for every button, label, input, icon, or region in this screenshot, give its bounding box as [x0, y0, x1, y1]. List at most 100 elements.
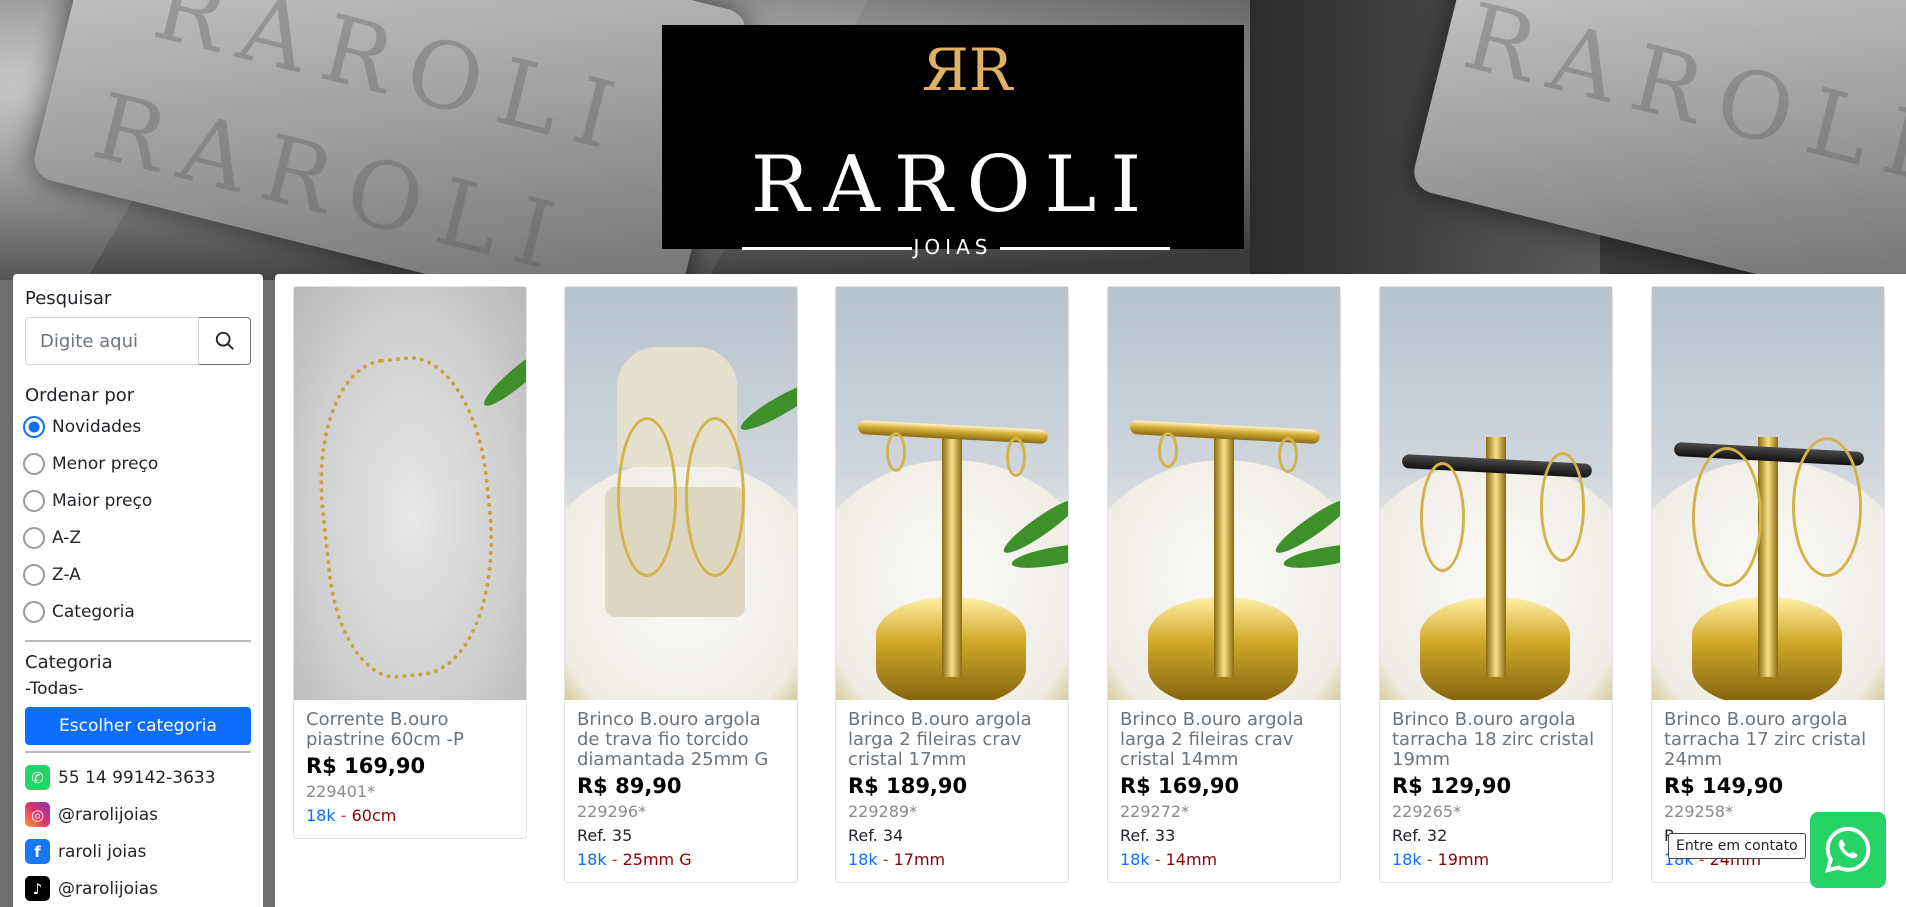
product-ref: Ref. 33: [1120, 826, 1176, 845]
product-card[interactable]: Brinco B.ouro argola larga 2 fileiras cr…: [1107, 286, 1341, 883]
sort-option-z-a[interactable]: Z-A: [23, 556, 251, 593]
whatsapp-icon: ✆: [25, 765, 50, 790]
category-heading: Categoria: [25, 652, 113, 673]
contact-whatsapp[interactable]: ✆ 55 14 99142-3633: [25, 759, 251, 796]
product-image[interactable]: [1652, 287, 1884, 700]
stand-post: [1758, 437, 1778, 677]
product-size: 60cm: [351, 806, 397, 825]
radio-button[interactable]: [23, 452, 45, 475]
product-name: Brinco B.ouro argola tarracha 18 zirc cr…: [1392, 709, 1595, 770]
product-karat: 18k: [306, 806, 336, 825]
sort-option-label: Z-A: [52, 564, 81, 585]
product-karat: 18k: [848, 850, 878, 869]
variant-separator: -: [335, 806, 352, 825]
product-size: 19mm: [1437, 850, 1490, 869]
sort-option-categoria[interactable]: Categoria: [23, 593, 251, 630]
product-karat: 18k: [1392, 850, 1422, 869]
product-name: Brinco B.ouro argola larga 2 fileiras cr…: [1120, 709, 1304, 770]
product-karat: 18k: [577, 850, 607, 869]
stand-post: [942, 437, 962, 677]
earring-hoop: [1540, 452, 1585, 562]
decor-leaf: [736, 375, 797, 437]
stand-post: [1214, 437, 1234, 677]
earring-hoop: [1158, 432, 1178, 468]
variant-separator: -: [877, 850, 894, 869]
earring-hoop: [1006, 437, 1026, 477]
earring-hoop: [685, 417, 745, 577]
radio-button[interactable]: [23, 415, 45, 438]
product-ref: Ref. 35: [577, 826, 633, 845]
product-variant: 18k - 17mm: [848, 848, 1056, 872]
instagram-icon: ◎: [25, 802, 50, 827]
product-image[interactable]: [294, 287, 526, 700]
product-code: 229272*: [1120, 802, 1190, 821]
product-price: R$ 189,90: [848, 774, 968, 798]
product-code: 229296*: [577, 802, 647, 821]
sort-option-a-z[interactable]: A-Z: [23, 519, 251, 556]
earring-hoop: [886, 432, 906, 472]
brand-name: RAROLI: [750, 140, 1156, 230]
product-price: R$ 169,90: [306, 754, 426, 778]
product-variant: 18k - 19mm: [1392, 848, 1600, 872]
radio-button[interactable]: [23, 563, 45, 586]
earring-hoop: [1692, 447, 1762, 587]
search-button[interactable]: [199, 317, 251, 365]
product-image[interactable]: [836, 287, 1068, 700]
whatsapp-icon: [1824, 826, 1871, 874]
facebook-icon: f: [25, 839, 50, 864]
product-karat: 18k: [1120, 850, 1150, 869]
product-size: 14mm: [1165, 850, 1218, 869]
choose-category-button[interactable]: Escolher categoria: [25, 707, 251, 745]
product-image[interactable]: [1108, 287, 1340, 700]
contact-facebook[interactable]: f raroli joias: [25, 833, 251, 870]
contact-label: raroli joias: [58, 841, 147, 862]
product-card[interactable]: Brinco B.ouro argola larga 2 fileiras cr…: [835, 286, 1069, 883]
sort-option-label: Categoria: [52, 601, 135, 622]
radio-button[interactable]: [23, 489, 45, 512]
sort-option-menor-preco[interactable]: Menor preço: [23, 445, 251, 482]
product-size: 25mm G: [622, 850, 692, 869]
earring-hoop: [1792, 437, 1862, 577]
variant-separator: -: [1149, 850, 1166, 869]
sort-option-novidades[interactable]: Novidades: [23, 408, 251, 445]
brand-subtitle: JOIAS: [913, 235, 993, 259]
tiktok-icon: ♪: [25, 876, 50, 901]
product-variant: 18k - 60cm: [306, 804, 514, 828]
product-image[interactable]: [1380, 287, 1612, 700]
product-image[interactable]: [565, 287, 797, 700]
product-card[interactable]: Brinco B.ouro argola tarracha 17 zirc cr…: [1651, 286, 1885, 883]
contact-label: @rarolijoias: [58, 804, 158, 825]
product-card[interactable]: Brinco B.ouro argola de trava fio torcid…: [564, 286, 798, 883]
filter-sidebar: Pesquisar Ordenar por Novidades Menor pr…: [13, 274, 263, 907]
product-ref: Ref. 32: [1392, 826, 1448, 845]
product-price: R$ 149,90: [1664, 774, 1784, 798]
product-price: R$ 89,90: [577, 774, 682, 798]
product-name: Brinco B.ouro argola de trava fio torcid…: [577, 709, 769, 770]
divider: [25, 640, 251, 642]
search-input[interactable]: [25, 317, 199, 365]
contact-label: @rarolijoias: [58, 878, 158, 899]
product-code: 229265*: [1392, 802, 1462, 821]
product-card[interactable]: Corrente B.ouro piastrine 60cm -P R$ 169…: [293, 286, 527, 839]
radio-button[interactable]: [23, 526, 45, 549]
sort-option-maior-preco[interactable]: Maior preço: [23, 482, 251, 519]
contact-instagram[interactable]: ◎ @rarolijoias: [25, 796, 251, 833]
earring-hoop: [1420, 462, 1465, 572]
brand-logo[interactable]: ЯR RAROLI JOIAS: [662, 25, 1244, 259]
product-name: Brinco B.ouro argola tarracha 17 zirc cr…: [1664, 709, 1867, 770]
search-group: [25, 317, 251, 365]
product-variant: 18k - 25mm G: [577, 848, 785, 872]
radio-button[interactable]: [23, 600, 45, 623]
whatsapp-float-button[interactable]: [1810, 812, 1886, 888]
product-card[interactable]: Brinco B.ouro argola tarracha 18 zirc cr…: [1379, 286, 1613, 883]
variant-separator: -: [1421, 850, 1438, 869]
sort-option-label: A-Z: [52, 527, 82, 548]
product-code: 229289*: [848, 802, 918, 821]
product-grid: Corrente B.ouro piastrine 60cm -P R$ 169…: [275, 274, 1906, 907]
whatsapp-tooltip: Entre em contato: [1668, 833, 1806, 859]
brand-monogram-icon: ЯR: [922, 36, 1013, 104]
product-variant: 18k - 14mm: [1120, 848, 1328, 872]
product-size: 17mm: [893, 850, 946, 869]
contact-tiktok[interactable]: ♪ @rarolijoias: [25, 870, 251, 907]
sort-option-label: Novidades: [52, 416, 142, 437]
